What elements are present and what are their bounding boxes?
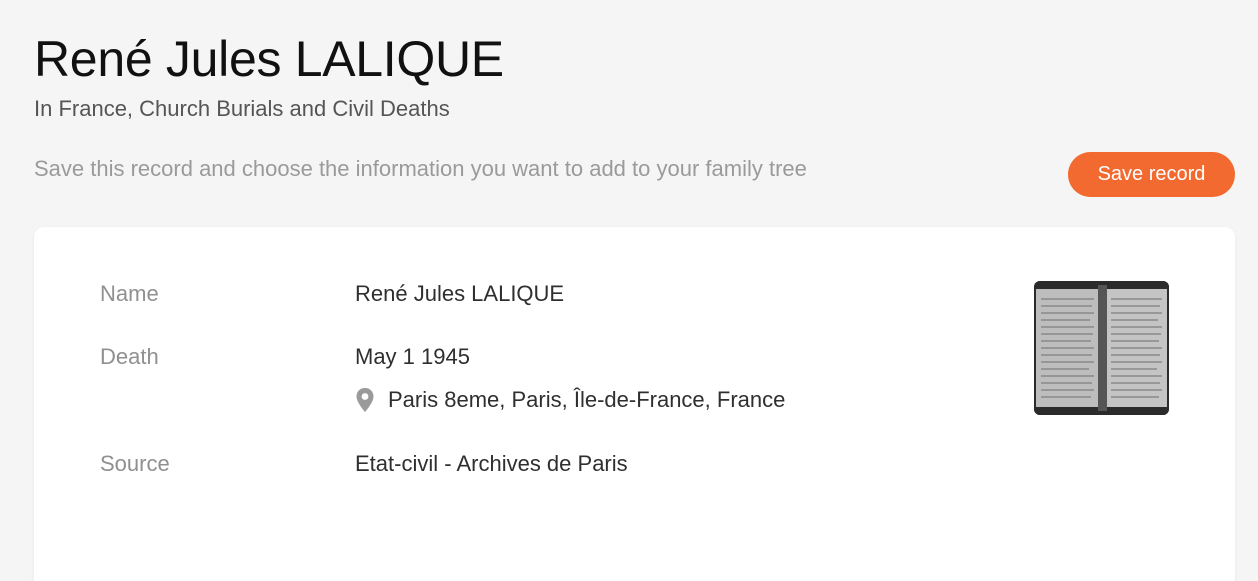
- save-hint-text: Save this record and choose the informat…: [34, 156, 807, 181]
- record-page: René Jules LALIQUE In France, Church Bur…: [0, 0, 1258, 581]
- name-value: René Jules LALIQUE: [355, 281, 565, 306]
- death-place: Paris 8eme, Paris, Île-de-France, France: [388, 387, 786, 412]
- record-card: Name René Jules LALIQUE Death May 1 1945…: [34, 227, 1235, 581]
- death-place-row: Paris 8eme, Paris, Île-de-France, France: [355, 387, 785, 413]
- map-pin-icon: [355, 387, 375, 413]
- death-date: May 1 1945: [355, 344, 470, 369]
- save-record-button[interactable]: Save record: [1068, 152, 1235, 197]
- page-title: René Jules LALIQUE: [34, 31, 504, 87]
- death-label: Death: [100, 344, 159, 369]
- source-value: Etat-civil - Archives de Paris: [355, 451, 628, 476]
- name-label: Name: [100, 281, 159, 306]
- record-document-image: [1034, 281, 1169, 415]
- collection-name: In France, Church Burials and Civil Deat…: [34, 96, 450, 121]
- source-label: Source: [100, 451, 170, 476]
- record-image-thumbnail[interactable]: [1034, 281, 1169, 415]
